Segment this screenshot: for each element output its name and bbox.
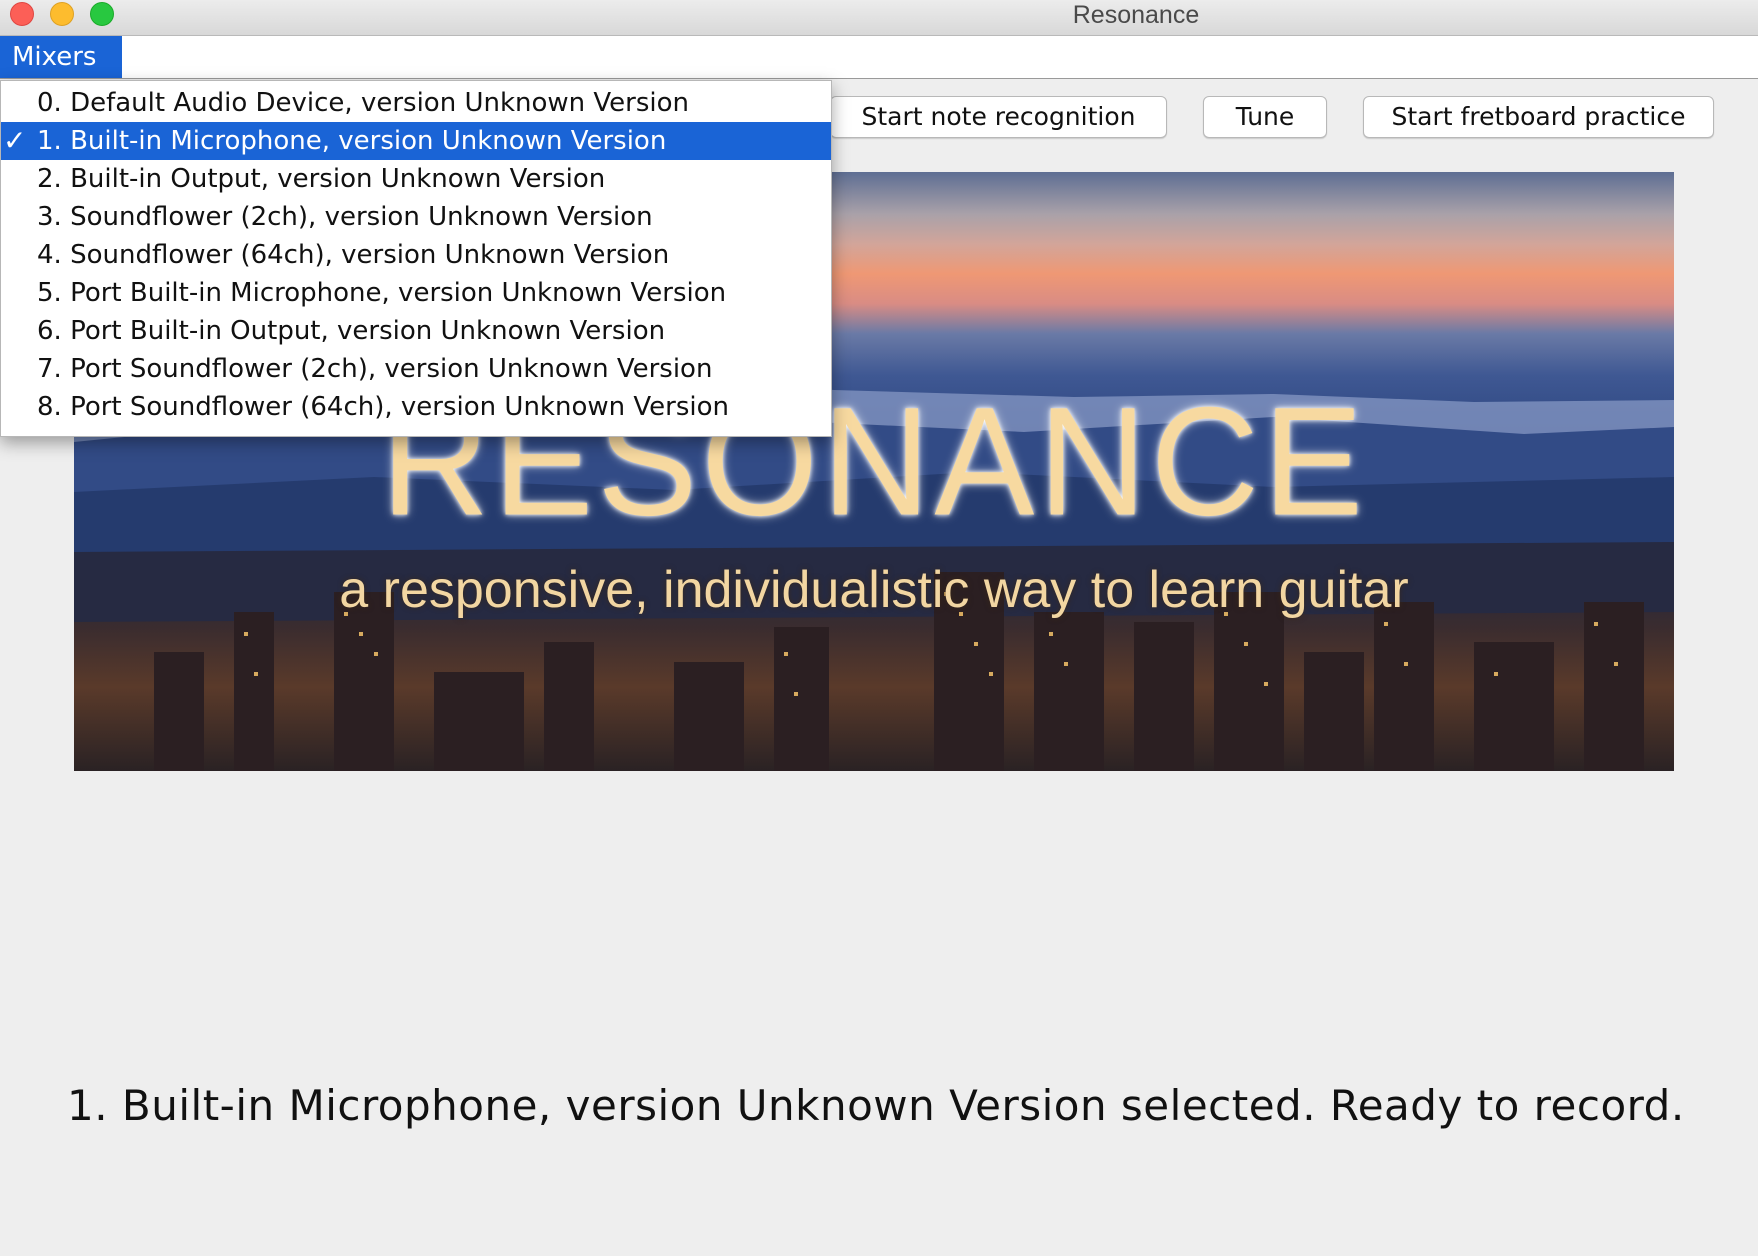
tune-button[interactable]: Tune — [1203, 96, 1327, 138]
checkmark-icon: ✓ — [3, 124, 27, 157]
menu-item-label: 3. Soundflower (2ch), version Unknown Ve… — [37, 202, 653, 232]
menu-item-mixer-5[interactable]: 5. Port Built-in Microphone, version Unk… — [1, 274, 831, 312]
mixers-dropdown-menu: 0. Default Audio Device, version Unknown… — [0, 80, 832, 437]
menu-item-mixer-2[interactable]: 2. Built-in Output, version Unknown Vers… — [1, 160, 831, 198]
menu-item-mixer-7[interactable]: 7. Port Soundflower (2ch), version Unkno… — [1, 350, 831, 388]
menu-item-label: 5. Port Built-in Microphone, version Unk… — [37, 278, 727, 308]
menu-item-mixer-4[interactable]: 4. Soundflower (64ch), version Unknown V… — [1, 236, 831, 274]
menu-item-label: 6. Port Built-in Output, version Unknown… — [37, 316, 666, 346]
menu-item-label: 8. Port Soundflower (64ch), version Unkn… — [37, 392, 729, 422]
banner-tagline: a responsive, individualistic way to lea… — [339, 561, 1409, 619]
menu-item-mixer-3[interactable]: 3. Soundflower (2ch), version Unknown Ve… — [1, 198, 831, 236]
window-title: Resonance — [1072, 1, 1200, 29]
start-fretboard-practice-button[interactable]: Start fretboard practice — [1363, 96, 1714, 138]
menu-item-label: 1. Built-in Microphone, version Unknown … — [37, 126, 667, 156]
menu-item-label: 0. Default Audio Device, version Unknown… — [37, 88, 690, 118]
menu-item-label: 4. Soundflower (64ch), version Unknown V… — [37, 240, 670, 270]
status-message: 1. Built-in Microphone, version Unknown … — [67, 1081, 1685, 1130]
menu-mixers[interactable]: Mixers — [0, 36, 122, 78]
menu-item-mixer-1[interactable]: ✓ 1. Built-in Microphone, version Unknow… — [1, 122, 831, 160]
menu-item-mixer-0[interactable]: 0. Default Audio Device, version Unknown… — [1, 84, 831, 122]
menu-bar: Mixers — [0, 36, 1758, 79]
menu-item-mixer-6[interactable]: 6. Port Built-in Output, version Unknown… — [1, 312, 831, 350]
menu-item-mixer-8[interactable]: 8. Port Soundflower (64ch), version Unkn… — [1, 388, 831, 426]
title-bar: Resonance — [0, 0, 1758, 36]
menu-item-label: 2. Built-in Output, version Unknown Vers… — [37, 164, 606, 194]
start-note-recognition-button[interactable]: Start note recognition — [830, 96, 1167, 138]
menu-item-label: 7. Port Soundflower (2ch), version Unkno… — [37, 354, 713, 384]
